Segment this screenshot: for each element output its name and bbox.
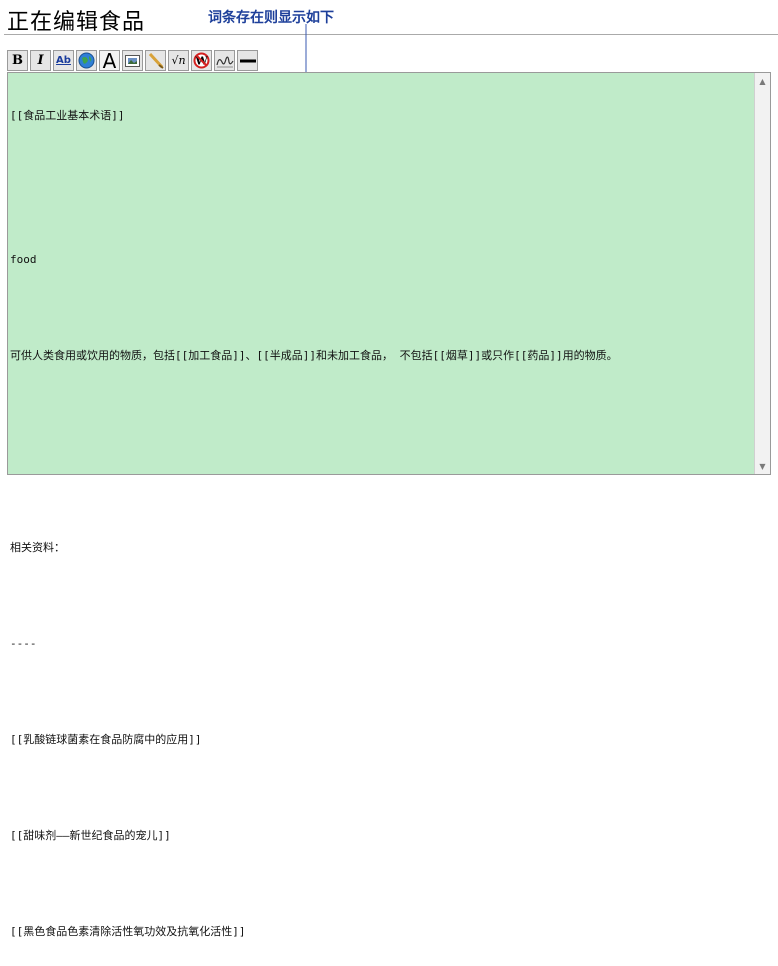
editor-line: food xyxy=(10,253,37,266)
image-icon xyxy=(125,54,140,67)
editor-line: [[甜味剂——新世纪食品的宠儿]] xyxy=(10,829,171,842)
italic-button[interactable]: I xyxy=(30,50,51,71)
title-divider xyxy=(4,34,778,35)
headline-button[interactable]: A xyxy=(99,50,120,71)
editor-line: 相关资料： xyxy=(10,541,65,554)
editor-scrollbar[interactable]: ▲ ▼ xyxy=(754,73,770,474)
nowiki-icon: W xyxy=(193,52,210,69)
wiki-text-editor[interactable]: [[食品工业基本术语]] food 可供人类食用或饮用的物质，包括[[加工食品]… xyxy=(7,72,771,938)
globe-icon xyxy=(78,52,95,69)
sqrt-icon: √n xyxy=(171,54,186,67)
nowiki-button[interactable]: W xyxy=(191,50,212,71)
bold-button[interactable]: B xyxy=(7,50,28,71)
page-title: 正在编辑食品 xyxy=(7,10,146,35)
editor-line: [[乳酸链球菌素在食品防腐中的应用]] xyxy=(10,733,202,746)
external-link-button[interactable] xyxy=(76,50,97,71)
math-button[interactable]: √n xyxy=(168,50,189,71)
horizontal-line-icon xyxy=(239,59,256,62)
internal-link-button[interactable]: Ab xyxy=(53,50,74,71)
media-icon xyxy=(148,52,164,69)
editor-line: [[黑色食品色素清除活性氧功效及抗氧化活性]] xyxy=(10,925,246,938)
italic-icon: I xyxy=(37,53,44,68)
horizontal-line-button[interactable] xyxy=(237,50,258,71)
scroll-up-arrow-icon[interactable]: ▲ xyxy=(755,73,770,89)
editor-line: [[食品工业基本术语]] xyxy=(10,109,125,122)
editor-line: 可供人类食用或饮用的物质，包括[[加工食品]]、[[半成品]]和未加工食品， 不… xyxy=(10,349,618,362)
scroll-down-arrow-icon[interactable]: ▼ xyxy=(755,458,770,474)
signature-button[interactable] xyxy=(214,50,235,71)
internal-link-icon: Ab xyxy=(56,55,71,66)
editor-toolbar: B I Ab A √n W xyxy=(7,50,260,72)
image-button[interactable] xyxy=(122,50,143,71)
media-button[interactable] xyxy=(145,50,166,71)
editor-content[interactable]: [[食品工业基本术语]] food 可供人类食用或饮用的物质，包括[[加工食品]… xyxy=(10,76,750,966)
signature-icon xyxy=(215,55,234,67)
headline-icon: A xyxy=(102,48,117,73)
editor-line: ---- xyxy=(10,637,37,650)
bold-icon: B xyxy=(12,53,23,68)
